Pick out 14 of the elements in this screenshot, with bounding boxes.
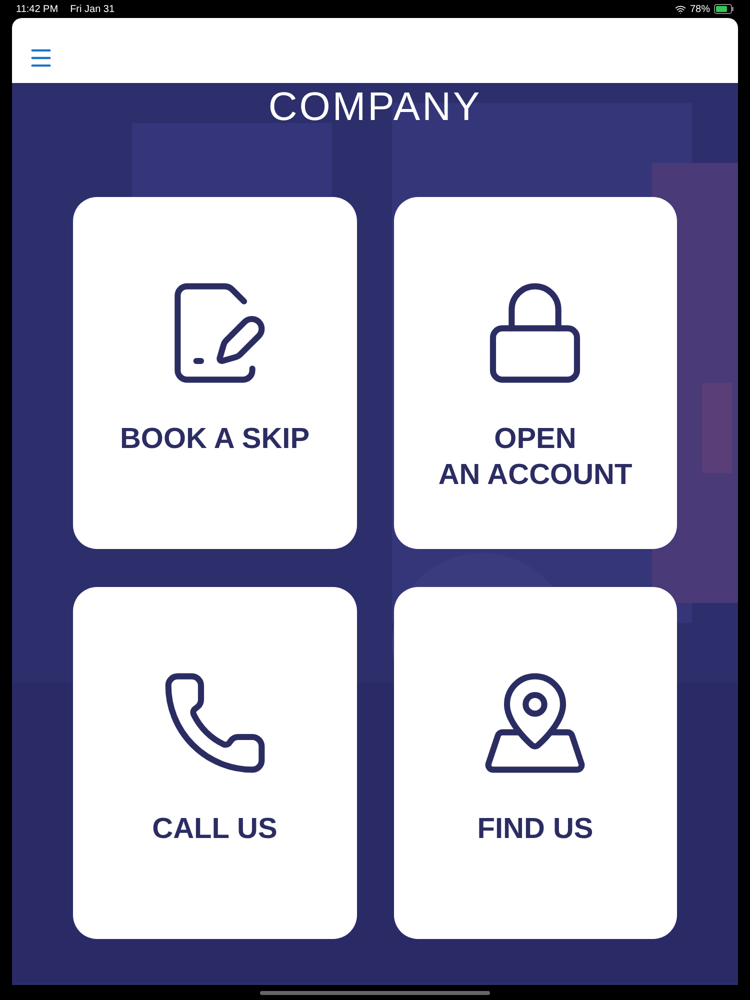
banner-title: COMPANY: [268, 87, 482, 127]
menu-tile[interactable]: OPEN AN ACCOUNT: [394, 197, 677, 549]
battery-icon: [714, 4, 734, 14]
tile-label: BOOK A SKIP: [120, 422, 310, 457]
menu-tile[interactable]: FIND US: [394, 587, 677, 939]
status-date: Fri Jan 31: [70, 2, 115, 16]
wifi-icon: [674, 4, 686, 14]
tile-label: CALL US: [152, 812, 278, 847]
menu-tile[interactable]: CALL US: [73, 587, 356, 939]
tile-label: FIND US: [477, 812, 594, 847]
tile-label: OPEN AN ACCOUNT: [438, 422, 632, 493]
status-time: 11:42 PM: [16, 2, 58, 16]
battery-percent: 78%: [690, 2, 710, 16]
menu-tile[interactable]: BOOK A SKIP: [73, 197, 356, 549]
